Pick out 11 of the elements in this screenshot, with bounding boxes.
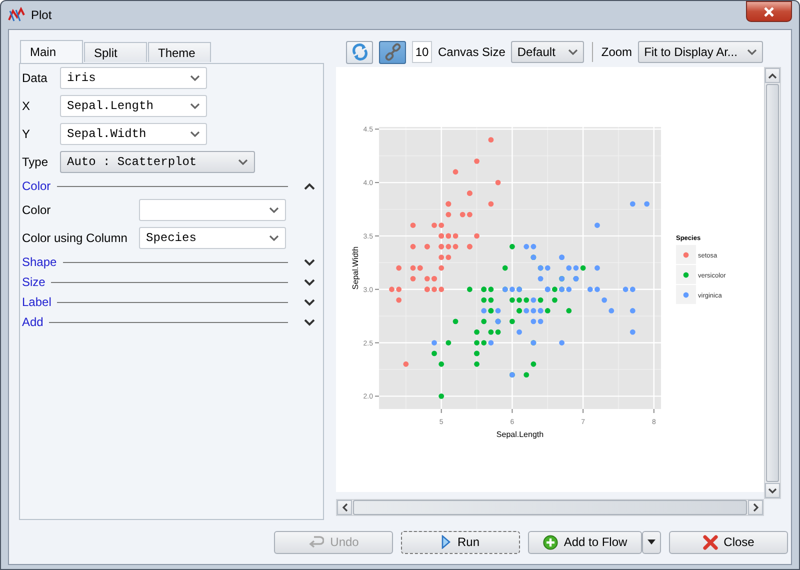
field-label: Y (22, 127, 32, 141)
field-label: Color using Column (22, 231, 128, 245)
window-title: Plot (31, 8, 52, 22)
axis-title: Sepal.Length (496, 430, 544, 439)
field-label: Color (22, 203, 52, 217)
field-label: Data (22, 71, 48, 85)
field-label: Type (22, 155, 50, 169)
zoom-label: Zoom (601, 45, 632, 59)
field-label: X (22, 99, 32, 113)
axis-title: Sepal.Width (351, 246, 360, 290)
canvas-size-label: Canvas Size (438, 45, 506, 59)
